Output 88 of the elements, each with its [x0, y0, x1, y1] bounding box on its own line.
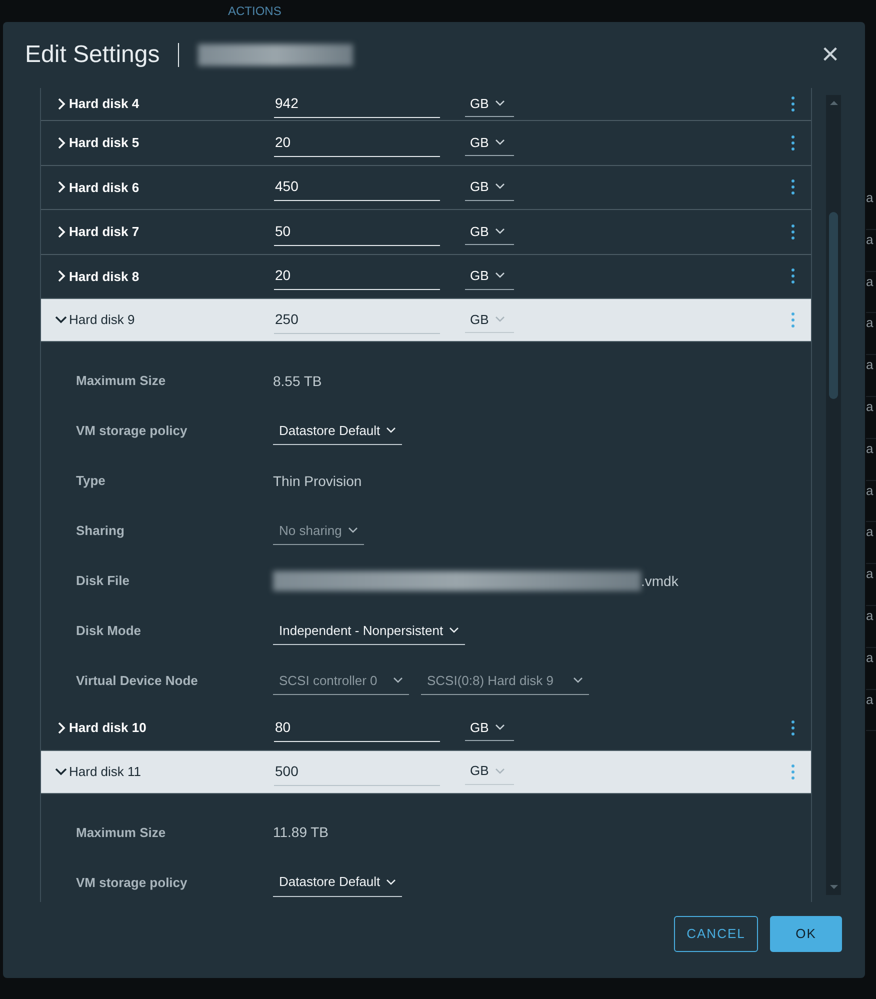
disk-name: Hard disk 10 — [69, 719, 148, 737]
table-cell: a — [866, 480, 876, 522]
size-input-field[interactable]: 20 — [274, 262, 440, 290]
disk-row-header[interactable]: Hard disk 11 500 GB — [41, 750, 811, 794]
scroll-up-icon[interactable] — [828, 98, 838, 108]
more-options-icon[interactable] — [791, 96, 795, 112]
disk-row-header[interactable]: Hard disk 9 250 GB — [41, 299, 811, 342]
scroll-down-icon[interactable] — [828, 882, 838, 892]
toolbar-label[interactable]: ACTIONS — [228, 2, 282, 20]
file-extension: .vmdk — [641, 572, 678, 590]
scroll-thumb[interactable] — [829, 212, 838, 399]
size-input-field[interactable]: 942 — [274, 90, 440, 118]
unit-dropdown[interactable]: GB — [465, 306, 514, 334]
field-value: 11.89 TB — [273, 823, 329, 842]
table-cell: a — [866, 438, 876, 481]
table-cell: a — [866, 606, 876, 648]
caret-icon — [449, 627, 460, 634]
unit-dropdown[interactable]: GB — [465, 263, 514, 290]
disk-name: Hard disk 8 — [69, 268, 140, 286]
close-button[interactable]: × — [817, 40, 843, 70]
field-value: Thin Provision — [273, 472, 362, 490]
disk-row-header[interactable]: Hard disk 5 20 GB — [41, 121, 811, 166]
cancel-button[interactable]: CANCEL — [674, 916, 758, 952]
field-label: Virtual Device Node — [76, 672, 199, 690]
caret-icon — [494, 138, 505, 146]
table-cell: a — [866, 522, 876, 564]
disk-name: Hard disk 9 — [69, 311, 136, 330]
disk-name: Hard disk 7 — [69, 223, 140, 241]
more-options-icon[interactable] — [791, 179, 795, 196]
field-value: 8.55 TB — [273, 372, 322, 390]
size-input-field[interactable]: 250 — [274, 306, 440, 334]
caret-icon — [494, 724, 505, 731]
unit-dropdown[interactable]: GB — [465, 758, 514, 785]
more-options-icon[interactable] — [791, 134, 795, 151]
more-options-icon[interactable] — [791, 224, 795, 240]
caret-icon — [494, 228, 505, 235]
select-dropdown[interactable]: Datastore Default — [273, 416, 402, 446]
caret-icon — [386, 878, 396, 886]
unit-dropdown[interactable]: GB — [465, 174, 514, 200]
unit-dropdown[interactable]: GB — [465, 90, 514, 118]
caret-icon — [494, 272, 505, 280]
caret-icon — [494, 768, 505, 774]
table-cell: a — [866, 396, 876, 439]
disk-row-header[interactable]: Hard disk 7 50 GB — [41, 210, 811, 254]
field-label: Sharing — [76, 522, 126, 540]
field-label: Disk File — [76, 572, 130, 590]
caret-icon — [573, 677, 583, 684]
size-input-field[interactable]: 50 — [274, 218, 440, 246]
field-label: VM storage policy — [76, 874, 188, 892]
dialog-title: Edit Settings — [25, 40, 160, 70]
caret-icon — [393, 677, 403, 684]
unit-dropdown[interactable]: GB — [465, 130, 514, 156]
table-cell: a — [866, 230, 876, 272]
disk-row-header[interactable]: Hard disk 4 942 GB — [41, 88, 811, 121]
scrollbar[interactable] — [826, 95, 841, 895]
field-label: VM storage policy — [76, 422, 188, 440]
more-options-icon[interactable] — [791, 720, 795, 736]
caret-icon — [348, 527, 358, 534]
size-input-field[interactable]: 500 — [274, 758, 440, 786]
field-label: Maximum Size — [76, 824, 167, 842]
disk-name: Hard disk 5 — [69, 134, 140, 152]
table-cell: a — [866, 355, 876, 397]
caret-icon — [494, 100, 505, 107]
more-options-icon[interactable] — [791, 268, 795, 284]
table-cell: a — [866, 690, 876, 732]
caret-icon — [494, 316, 505, 323]
field-label: Disk Mode — [76, 622, 142, 640]
ok-button[interactable]: OK — [770, 916, 842, 952]
disk-name: Hard disk 11 — [69, 762, 142, 781]
unit-dropdown[interactable]: GB — [465, 714, 514, 741]
select-dropdown[interactable]: Datastore Default — [273, 868, 402, 897]
size-input-field[interactable]: 20 — [274, 128, 440, 157]
table-cell: a — [866, 564, 876, 606]
caret-icon — [494, 183, 505, 190]
unit-dropdown[interactable]: GB — [465, 218, 514, 245]
field-label: Type — [76, 472, 106, 490]
caret-icon — [386, 427, 396, 434]
size-input-field[interactable]: 80 — [274, 714, 440, 742]
disk-name: Hard disk 6 — [69, 178, 140, 196]
table-cell: a — [866, 648, 876, 690]
field-label: Maximum Size — [76, 372, 167, 390]
disk-name: Hard disk 4 — [69, 95, 140, 114]
table-cell: a — [866, 313, 876, 356]
disk-row-header[interactable]: Hard disk 6 450 GB — [41, 166, 811, 210]
table-cell: a — [866, 272, 876, 314]
table-cell: a — [866, 188, 876, 230]
select-dropdown[interactable]: Independent - Nonpersistent — [273, 616, 466, 646]
size-input-field[interactable]: 450 — [274, 173, 440, 202]
